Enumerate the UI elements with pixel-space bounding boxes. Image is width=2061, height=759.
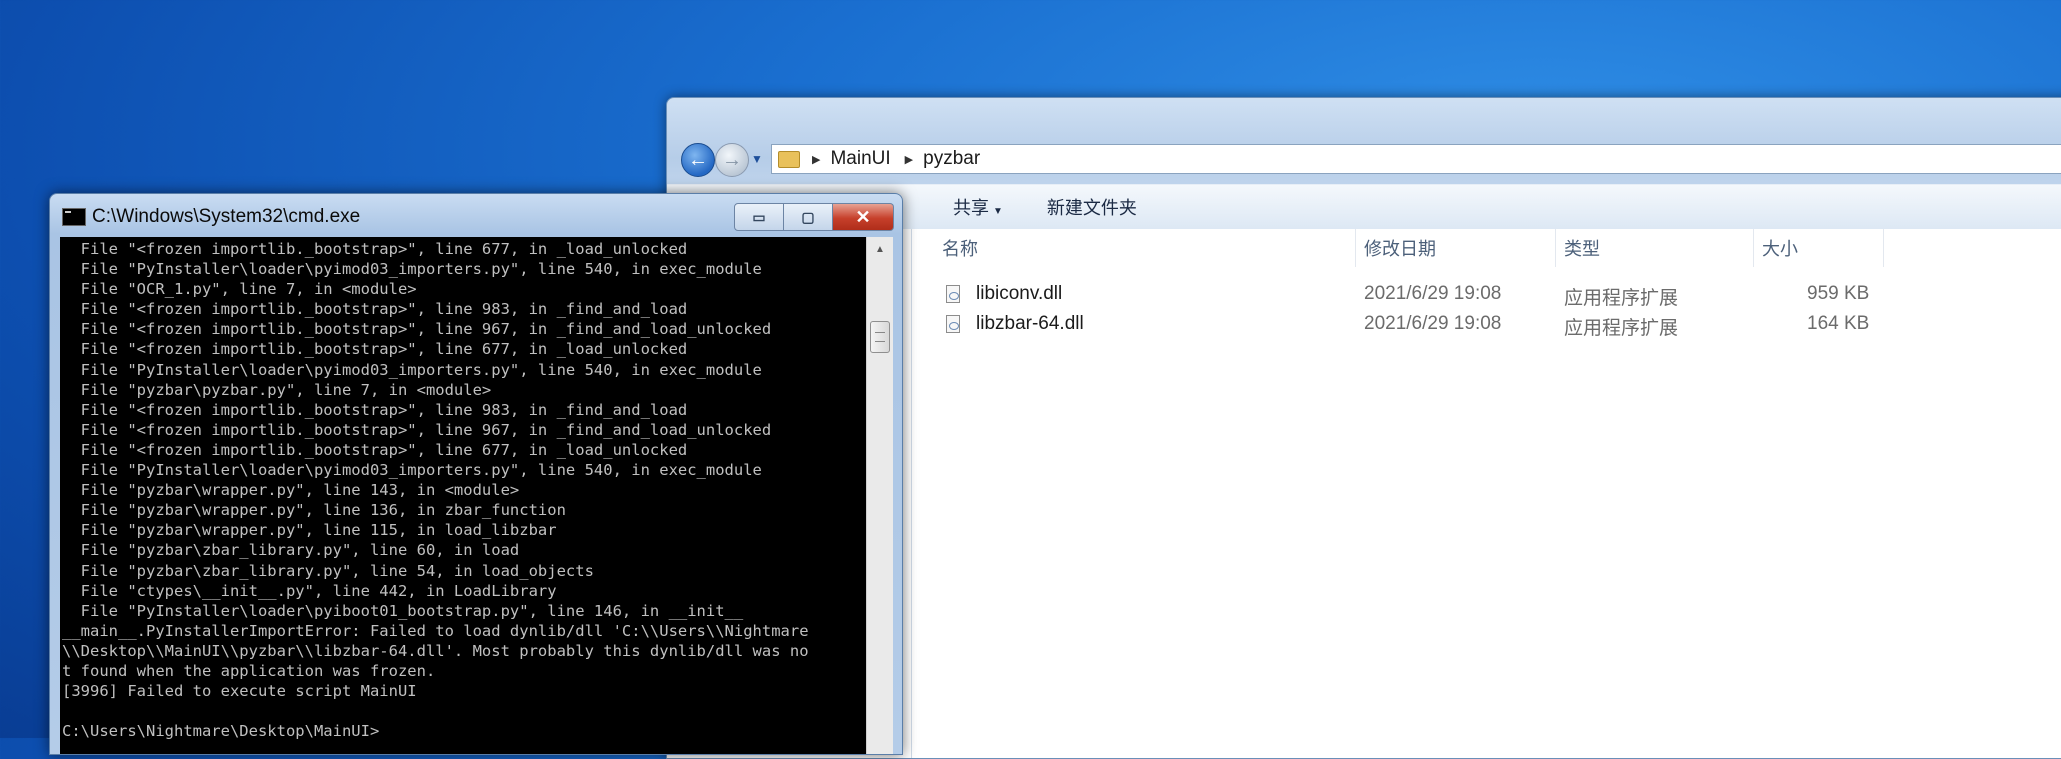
column-header-name[interactable]: 名称	[912, 229, 1356, 267]
cmd-window: C:\Windows\System32\cmd.exe ▭ ▢ ✕ File "…	[49, 193, 903, 755]
breadcrumb-pyzbar[interactable]: pyzbar	[923, 148, 980, 170]
minimize-icon: ▭	[752, 208, 766, 225]
column-header-type[interactable]: 类型	[1556, 229, 1754, 267]
new-folder-button[interactable]: 新建文件夹	[1047, 194, 1137, 220]
arrow-left-icon: ←	[688, 148, 708, 171]
chevron-right-icon[interactable]: ▶	[812, 153, 820, 166]
back-button[interactable]: ←	[681, 143, 715, 177]
chevron-down-icon: ▼	[993, 206, 1003, 217]
file-row[interactable]: libiconv.dll 2021/6/29 19:08 应用程序扩展 959 …	[912, 279, 2061, 309]
console-output[interactable]: File "<frozen importlib._bootstrap>", li…	[60, 237, 866, 754]
vertical-scrollbar[interactable]: ▲	[866, 237, 893, 754]
maximize-button[interactable]: ▢	[784, 203, 833, 231]
column-header-date[interactable]: 修改日期	[1356, 229, 1556, 267]
cmd-title-bar[interactable]: C:\Windows\System32\cmd.exe	[62, 206, 360, 228]
dll-file-icon	[946, 315, 960, 333]
folder-icon	[778, 150, 800, 168]
file-name: libzbar-64.dll	[976, 313, 1084, 334]
dll-file-icon	[946, 285, 960, 303]
console-text: File "<frozen importlib._bootstrap>", li…	[62, 240, 809, 741]
file-list: 名称 修改日期 类型 大小 libiconv.dll 2021/6/29 19:…	[911, 229, 2061, 758]
file-size: 164 KB	[1807, 313, 1870, 334]
maximize-icon: ▢	[801, 208, 815, 225]
file-date: 2021/6/29 19:08	[1364, 283, 1502, 304]
share-button[interactable]: 共享 ▼	[953, 194, 1003, 220]
file-name: libiconv.dll	[976, 283, 1063, 304]
scrollbar-thumb[interactable]	[870, 321, 890, 353]
minimize-button[interactable]: ▭	[734, 203, 784, 231]
console-icon	[62, 208, 86, 226]
share-label: 共享	[953, 198, 989, 218]
address-row: ← → ▼ ▶ MainUI ▶ pyzbar	[675, 140, 2061, 178]
breadcrumb-mainui[interactable]: MainUI	[830, 148, 890, 170]
cmd-title: C:\Windows\System32\cmd.exe	[92, 206, 361, 227]
file-date: 2021/6/29 19:08	[1364, 313, 1502, 334]
address-bar[interactable]: ▶ MainUI ▶ pyzbar	[771, 144, 2061, 174]
window-controls: ▭ ▢ ✕	[734, 203, 894, 231]
file-type: 应用程序扩展	[1564, 318, 1679, 339]
file-row[interactable]: libzbar-64.dll 2021/6/29 19:08 应用程序扩展 16…	[912, 309, 2061, 339]
chevron-right-icon[interactable]: ▶	[905, 153, 913, 166]
file-type: 应用程序扩展	[1564, 288, 1679, 309]
arrow-right-icon: →	[722, 148, 742, 171]
close-button[interactable]: ✕	[833, 203, 894, 231]
forward-button[interactable]: →	[715, 143, 749, 177]
close-icon: ✕	[855, 206, 871, 227]
file-size: 959 KB	[1807, 283, 1870, 304]
column-header-size[interactable]: 大小	[1754, 229, 1884, 267]
scroll-up-arrow-icon[interactable]: ▲	[867, 237, 893, 261]
recent-pages-dropdown[interactable]: ▼	[751, 152, 763, 166]
